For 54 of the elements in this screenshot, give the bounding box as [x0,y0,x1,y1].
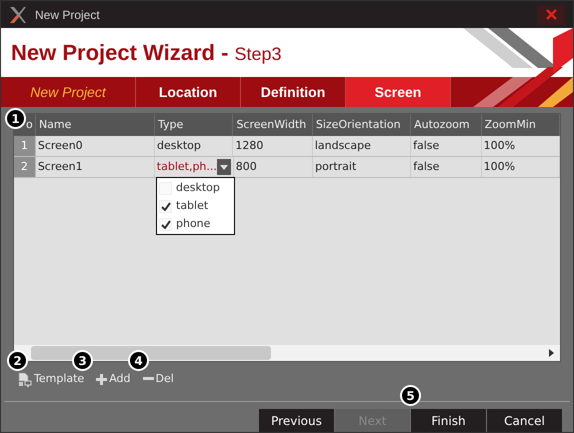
table-cell-text: 100% [484,158,516,175]
dropdown-button[interactable] [216,159,231,175]
callout-badge: 3 [72,350,93,371]
toolbar-button[interactable]: Del [142,371,174,388]
column-header: Autozoom [414,116,470,133]
table-cell-text: tablet,ph... [156,158,217,175]
table-cell-text: desktop [156,138,201,154]
table-cell-text: 800 [236,158,257,175]
table-cell-text: 100% [484,138,516,154]
app-logo-icon [9,6,27,24]
column-header: Name [38,116,72,133]
checkbox[interactable] [159,218,172,230]
caret-icon [220,164,228,170]
wizard-step: Screen [346,77,451,107]
wizard-button[interactable]: Finish [411,409,487,432]
callout-badge: 5 [400,385,421,406]
scroll-right-icon[interactable] [549,348,554,357]
table-cell-text: Screen1 [38,158,83,175]
column-header: SizeOrientation [316,116,401,133]
option-label: phone [176,216,210,232]
table-cell-text: portrait [315,158,356,175]
table-cell-text: Screen0 [38,138,83,154]
document-icon [18,372,32,387]
wizard-step: New Project [1,77,136,107]
column-header: o [26,116,33,133]
column-header: ScreenWidth [236,116,306,133]
callout-badge: 1 [5,108,26,129]
table-cell-text: 1280 [235,138,264,154]
wizard-button[interactable]: Previous [259,409,335,432]
dropdown-option[interactable]: desktop [157,179,234,197]
plus-icon [96,374,108,385]
option-label: tablet [176,198,208,214]
close-icon [546,9,556,20]
minus-icon [142,377,154,382]
dropdown-option[interactable]: tablet [157,197,234,215]
callout-badge: 4 [128,350,149,371]
wizard-step: Location [136,77,241,107]
checkbox[interactable] [159,200,172,212]
toolbar-button[interactable]: Add [96,371,130,388]
close-button[interactable] [537,4,565,24]
column-header: Type [158,116,184,133]
wizard-title: New Project Wizard - Step3 [11,39,282,67]
row-number: 2 [14,157,36,177]
dropdown-option[interactable]: phone [157,215,234,233]
table-cell-text: false [413,138,440,154]
toolbar-button[interactable]: Template [18,371,84,388]
table-cell-text: false [413,158,440,175]
wizard-button[interactable]: Cancel [487,409,563,432]
callout-badge: 2 [7,350,28,371]
table-cell-text: landscape [314,138,371,154]
row-number: 1 [14,136,36,156]
option-label: desktop [176,180,220,196]
window-title: New Project [35,6,100,24]
column-header: ZoomMin [484,116,536,133]
